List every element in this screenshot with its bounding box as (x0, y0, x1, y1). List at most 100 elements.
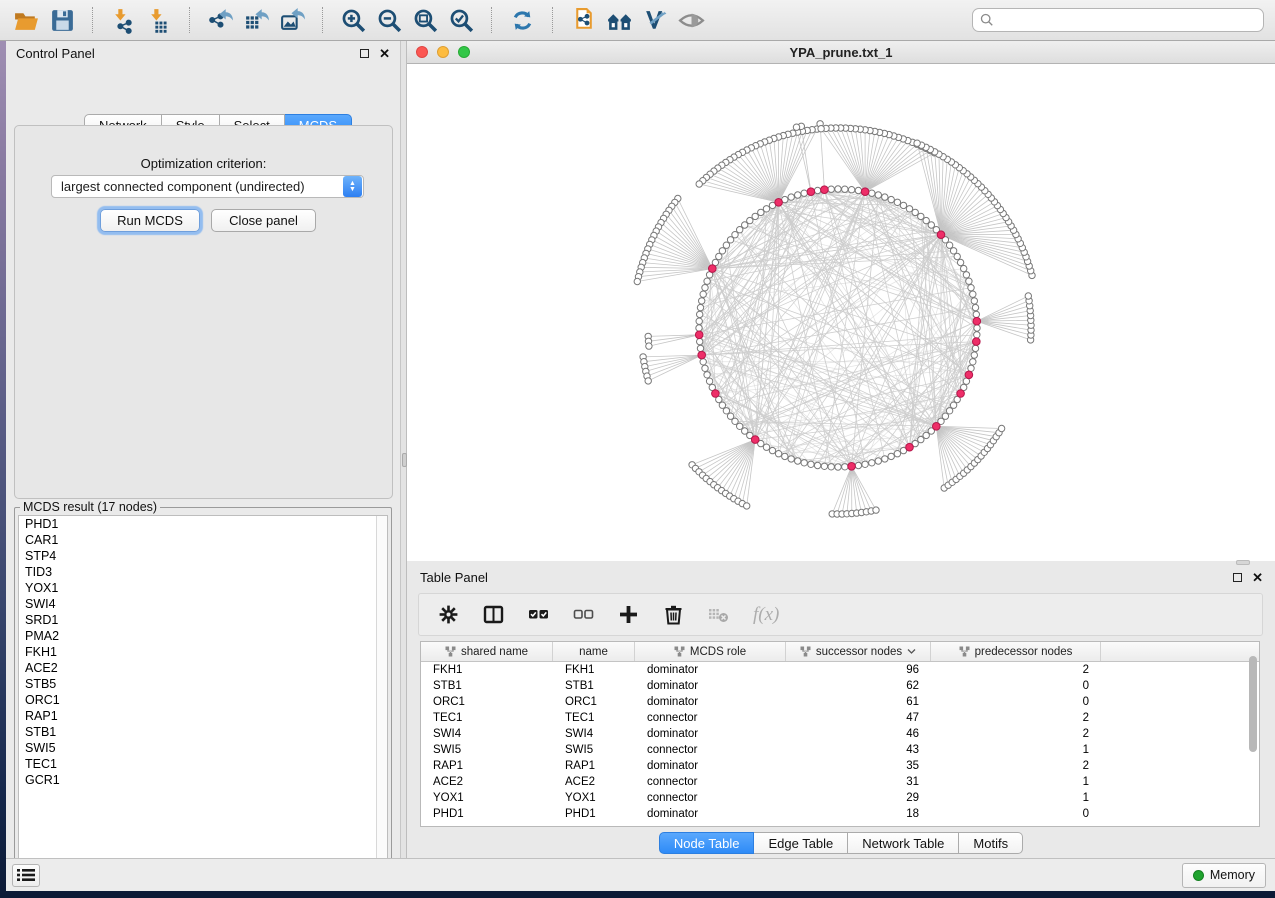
zoom-selected-button[interactable] (443, 5, 479, 35)
mcds-node-item[interactable]: ORC1 (19, 692, 387, 708)
open-session-button[interactable] (8, 5, 44, 35)
table-cell: 61 (786, 696, 931, 708)
node-table-scrollbar[interactable] (1249, 656, 1257, 752)
select-all-button[interactable] (528, 604, 549, 625)
mcds-node-item[interactable]: ACE2 (19, 660, 387, 676)
node-table-header: shared namenameMCDS rolesuccessor nodesp… (421, 642, 1259, 662)
zoom-fit-button[interactable] (407, 5, 443, 35)
import-table-button[interactable] (141, 5, 177, 35)
table-cell: 2 (931, 760, 1101, 772)
table-row[interactable]: SWI5SWI5connector431 (421, 742, 1259, 758)
mcds-node-item[interactable]: STP4 (19, 548, 387, 564)
mcds-result-list[interactable]: PHD1CAR1STP4TID3YOX1SWI4SRD1PMA2FKH1ACE2… (18, 515, 388, 874)
mcds-node-item[interactable]: STB5 (19, 676, 387, 692)
close-table-panel-icon[interactable]: ✕ (1252, 573, 1263, 582)
network-graph[interactable] (407, 64, 1275, 561)
show-hide-graphics-icon (678, 7, 705, 34)
mcds-node-item[interactable]: YOX1 (19, 580, 387, 596)
table-cell: dominator (635, 664, 786, 676)
export-network-button[interactable] (202, 5, 238, 35)
tab-edge-table[interactable]: Edge Table (754, 832, 848, 854)
optimization-criterion-value: largest connected component (undirected) (61, 179, 305, 194)
table-cell: 46 (786, 728, 931, 740)
add-column-button[interactable] (618, 604, 639, 625)
export-table-button[interactable] (238, 5, 274, 35)
mcds-node-item[interactable]: FKH1 (19, 644, 387, 660)
mcds-node-item[interactable]: TID3 (19, 564, 387, 580)
table-cell: 0 (931, 680, 1101, 692)
mcds-node-item[interactable]: STB1 (19, 724, 387, 740)
show-hide-graphics-button[interactable] (673, 5, 709, 35)
show-columns-button[interactable] (483, 604, 504, 625)
table-row[interactable]: FKH1FKH1dominator962 (421, 662, 1259, 678)
node-table[interactable]: shared namenameMCDS rolesuccessor nodesp… (420, 641, 1260, 827)
table-cell: SWI4 (553, 728, 635, 740)
float-table-panel-icon[interactable] (1233, 573, 1242, 582)
refresh-layout-button[interactable] (504, 5, 540, 35)
save-session-button[interactable] (44, 5, 80, 35)
delete-column-button[interactable] (663, 604, 684, 625)
optimization-criterion-select[interactable]: largest connected component (undirected)… (51, 175, 364, 198)
deselect-all-button[interactable] (573, 604, 594, 625)
table-row[interactable]: ACE2ACE2connector311 (421, 774, 1259, 790)
network-window-titlebar[interactable]: YPA_prune.txt_1 (407, 41, 1275, 64)
export-image-button[interactable] (274, 5, 310, 35)
table-row[interactable]: SWI4SWI4dominator462 (421, 726, 1259, 742)
mcds-node-item[interactable]: CAR1 (19, 532, 387, 548)
tab-node-table[interactable]: Node Table (659, 832, 755, 854)
table-row[interactable]: TEC1TEC1connector472 (421, 710, 1259, 726)
close-panel-icon[interactable]: ✕ (379, 49, 390, 58)
zoom-out-button[interactable] (371, 5, 407, 35)
mcds-node-item[interactable]: PHD1 (19, 516, 387, 532)
column-header-predecessor-nodes[interactable]: predecessor nodes (931, 642, 1101, 661)
float-panel-icon[interactable] (360, 49, 369, 58)
mcds-result-group: MCDS result (17 nodes) PHD1CAR1STP4TID3Y… (14, 500, 392, 878)
open-session-icon (13, 7, 40, 34)
first-neighbors-icon (606, 7, 633, 34)
import-network-button[interactable] (105, 5, 141, 35)
mcds-node-item[interactable]: SWI4 (19, 596, 387, 612)
mcds-node-item[interactable]: GCR1 (19, 772, 387, 788)
mcds-node-item[interactable]: PMA2 (19, 628, 387, 644)
table-row[interactable]: RAP1RAP1dominator352 (421, 758, 1259, 774)
memory-button[interactable]: Memory (1182, 863, 1266, 888)
table-cell: SWI5 (421, 744, 553, 756)
table-cell: 62 (786, 680, 931, 692)
table-row[interactable]: YOX1YOX1connector291 (421, 790, 1259, 806)
tab-network-table[interactable]: Network Table (848, 832, 959, 854)
table-cell: 35 (786, 760, 931, 772)
mcds-node-item[interactable]: RAP1 (19, 708, 387, 724)
network-canvas[interactable] (407, 64, 1275, 561)
panel-selector-button[interactable] (12, 864, 40, 887)
column-header-MCDS-role[interactable]: MCDS role (635, 642, 786, 661)
close-panel-button[interactable]: Close panel (211, 209, 316, 232)
run-mcds-button[interactable]: Run MCDS (100, 209, 200, 232)
refresh-layout-icon (509, 7, 536, 34)
mcds-node-item[interactable]: SWI5 (19, 740, 387, 756)
table-cell: dominator (635, 760, 786, 772)
column-header-shared-name[interactable]: shared name (421, 642, 553, 661)
mcds-panel: Optimization criterion: largest connecte… (14, 125, 393, 499)
column-header-successor-nodes[interactable]: successor nodes (786, 642, 931, 661)
table-cell: 1 (931, 776, 1101, 788)
first-neighbors-button[interactable] (601, 5, 637, 35)
mcds-node-item[interactable]: SRD1 (19, 612, 387, 628)
mcds-list-scrollbar[interactable] (376, 516, 387, 873)
mcds-node-item[interactable]: TEC1 (19, 756, 387, 772)
table-settings-button[interactable] (438, 604, 459, 625)
search-input[interactable] (972, 8, 1264, 32)
column-header-name[interactable]: name (553, 642, 635, 661)
tab-motifs[interactable]: Motifs (959, 832, 1023, 854)
zoom-out-icon (376, 7, 403, 34)
new-network-from-selection-button[interactable] (565, 5, 601, 35)
table-row[interactable]: PHD1PHD1dominator180 (421, 806, 1259, 822)
zoom-in-button[interactable] (335, 5, 371, 35)
table-row[interactable]: STB1STB1dominator620 (421, 678, 1259, 694)
toolbar-separator (322, 7, 323, 33)
select-stepper-icon[interactable]: ▲▼ (343, 176, 362, 197)
table-row[interactable]: ORC1ORC1dominator610 (421, 694, 1259, 710)
table-panel: Table Panel ✕ f(x) shared namenameMCDS r… (407, 565, 1275, 858)
table-cell: 1 (931, 792, 1101, 804)
table-cell: STB1 (421, 680, 553, 692)
vizmap-button[interactable] (637, 5, 673, 35)
